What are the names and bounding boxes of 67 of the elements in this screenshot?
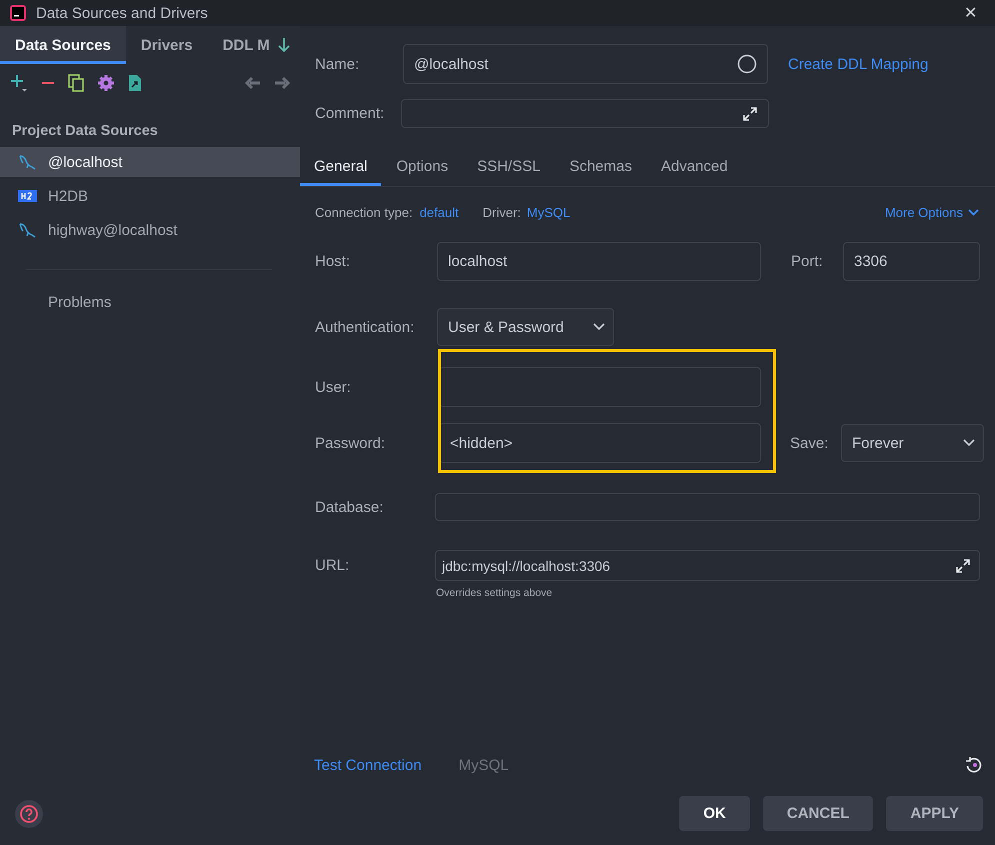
forward-arrow-icon[interactable] [274, 76, 290, 90]
expand-icon[interactable] [955, 558, 971, 574]
app-logo-icon [10, 5, 26, 21]
field-label: Port: [791, 253, 824, 270]
save-select[interactable]: Forever [841, 424, 984, 462]
help-icon [19, 804, 39, 824]
field-label: Name: [315, 56, 360, 72]
create-ddl-link[interactable]: Create DDL Mapping [788, 56, 928, 72]
field-label: User: [315, 378, 352, 396]
expand-icon[interactable] [742, 106, 758, 122]
more-options-link[interactable]: More Options [884, 205, 963, 220]
arrow-down-icon[interactable] [276, 37, 291, 53]
dolphin-icon [18, 222, 37, 238]
settings-tab[interactable]: Options [382, 152, 462, 186]
field-label: Host: [315, 253, 352, 270]
url-field[interactable]: jdbc:mysql://localhost:3306 [435, 550, 980, 581]
port-field[interactable]: 3306 [843, 242, 980, 281]
settings-tab[interactable]: Advanced [646, 152, 742, 186]
driver-link[interactable]: MySQL [526, 205, 570, 220]
sidebar-tab[interactable]: DDL M [208, 26, 285, 64]
settings-icon[interactable] [97, 74, 115, 92]
add-icon[interactable] [10, 74, 28, 92]
field-label: URL: [315, 557, 350, 574]
file-export-icon[interactable] [128, 74, 142, 92]
sidebar-tab[interactable]: Drivers [126, 26, 208, 64]
reset-icon[interactable] [965, 756, 983, 774]
connection-type-link[interactable]: default [420, 205, 459, 220]
h2-icon [18, 190, 37, 202]
back-arrow-icon[interactable] [245, 76, 261, 90]
chevron-down-icon [593, 323, 605, 331]
comment-field[interactable] [401, 99, 769, 128]
field-label: Save: [790, 434, 830, 452]
field-label: Connection type: [315, 205, 413, 220]
name-field[interactable]: @localhost [403, 44, 768, 84]
chevron-down-icon [968, 209, 979, 216]
close-button[interactable]: ✕ [956, 3, 985, 23]
problems-item[interactable]: Problems [0, 294, 300, 311]
dialog-button[interactable]: APPLY [886, 796, 983, 831]
host-field[interactable]: localhost [437, 242, 761, 281]
data-source-item[interactable]: @localhost [0, 147, 300, 177]
dialog-button[interactable]: OK [679, 796, 750, 831]
settings-tab[interactable]: Schemas [555, 152, 646, 186]
dialog-button[interactable]: CANCEL [762, 796, 874, 831]
data-source-item[interactable]: highway@localhost [0, 215, 300, 245]
dolphin-icon [18, 154, 37, 170]
field-label: Database: [315, 498, 384, 516]
window-title: Data Sources and Drivers [36, 4, 209, 22]
user-field[interactable] [439, 367, 761, 407]
test-connection-link[interactable]: Test Connection [314, 756, 422, 774]
field-label: Driver: [482, 205, 521, 220]
copy-icon[interactable] [68, 74, 84, 92]
circle-icon [737, 54, 757, 74]
database-field[interactable] [435, 493, 980, 521]
field-label: Comment: [315, 105, 386, 122]
settings-tab[interactable]: General [300, 152, 382, 186]
chevron-down-icon [963, 439, 975, 447]
sidebar-tab[interactable]: Data Sources [0, 26, 126, 64]
section-header: Project Data Sources [11, 122, 159, 141]
settings-tab[interactable]: SSH/SSL [463, 152, 554, 186]
field-label: Password: [315, 434, 386, 452]
data-source-item[interactable]: H2DB [0, 181, 300, 211]
url-hint: Overrides settings above [436, 587, 554, 599]
authentication-select[interactable]: User & Password [437, 308, 614, 346]
driver-label: MySQL [458, 756, 510, 774]
help-button[interactable] [15, 800, 43, 828]
field-label: Authentication: [315, 318, 416, 336]
password-field[interactable]: <hidden> [439, 423, 761, 463]
